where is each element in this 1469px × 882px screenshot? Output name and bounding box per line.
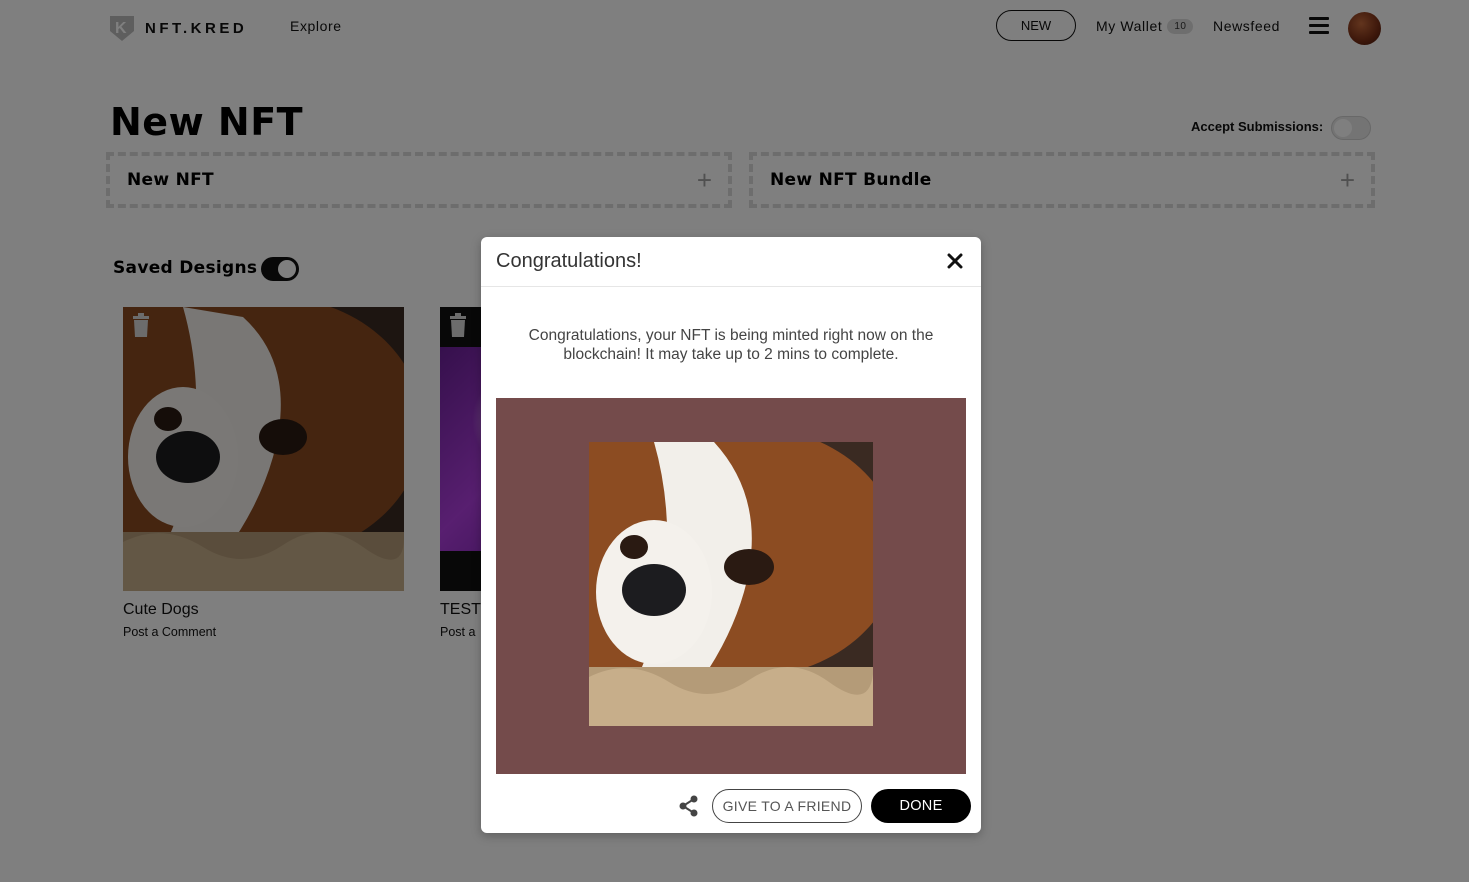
done-button[interactable]: DONE — [871, 789, 971, 823]
give-to-a-friend-button[interactable]: GIVE TO A FRIEND — [712, 789, 862, 823]
share-icon[interactable] — [679, 795, 699, 817]
dog-photo — [589, 442, 873, 726]
congratulations-modal: Congratulations! Congratulations, your N… — [481, 237, 981, 833]
close-icon[interactable] — [946, 252, 964, 270]
nft-preview-frame — [496, 398, 966, 774]
modal-header: Congratulations! — [481, 237, 981, 287]
nft-preview-image — [589, 442, 873, 726]
modal-title: Congratulations! — [496, 250, 642, 272]
modal-message: Congratulations, your NFT is being minte… — [528, 327, 934, 363]
